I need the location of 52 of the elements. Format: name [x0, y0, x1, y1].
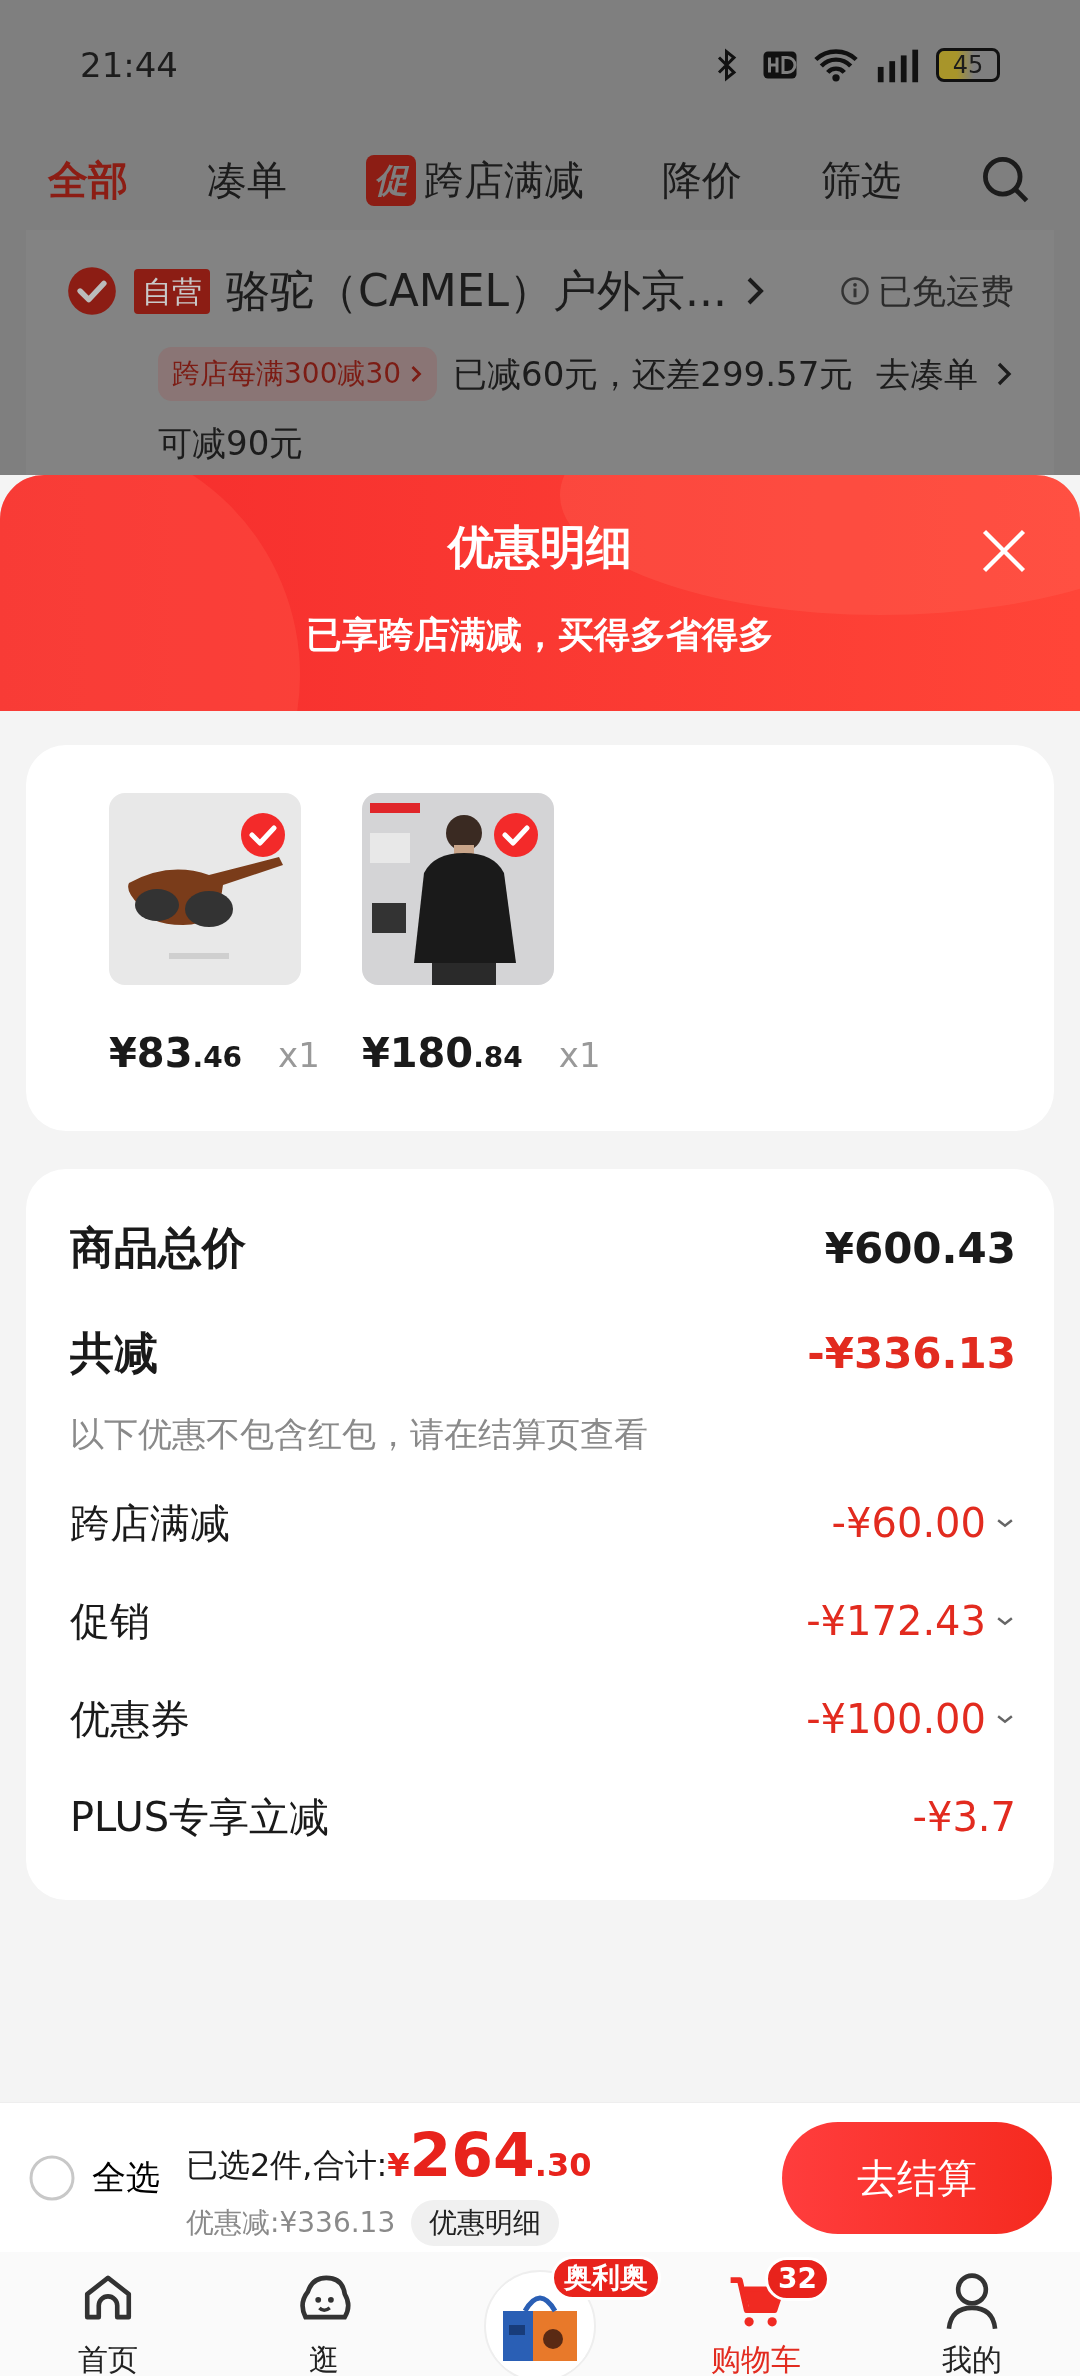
total-label: 商品总价	[70, 1221, 246, 1275]
hd-icon	[762, 50, 798, 80]
chevron-right-icon	[409, 363, 424, 385]
nav-tab[interactable]: 首页	[23, 2270, 193, 2376]
nav-tab[interactable]: 逛	[239, 2270, 409, 2376]
promo-tag[interactable]: 跨店每满300减30	[158, 347, 438, 401]
discount-detail-button[interactable]: 优惠明细	[411, 2199, 560, 2246]
item-quantity: x1	[278, 1034, 320, 1077]
wifi-icon	[814, 48, 858, 82]
count-badge: 32	[765, 2256, 830, 2301]
discount-row-label: 优惠券	[70, 1695, 190, 1744]
total-price: ¥264.30	[387, 2118, 592, 2192]
checkbox-icon[interactable]	[28, 2153, 76, 2202]
sheet-title: 优惠明细	[448, 519, 632, 576]
discount-row-label: 促销	[70, 1597, 150, 1646]
selected-summary: 已选2件,合计:	[186, 2144, 388, 2186]
discount-note: 以下优惠不包含红包，请在结算页查看	[70, 1413, 649, 1456]
battery-indicator: 45	[936, 48, 1000, 82]
select-all-checkbox[interactable]: 全选	[28, 2152, 160, 2203]
promo-badge: 奥利奥	[551, 2256, 661, 2300]
filter-tab[interactable]: 促 跨店满减	[365, 150, 584, 210]
discount-row-amount: -¥3.7	[912, 1793, 1016, 1842]
filter-tab[interactable]: 凑单	[206, 150, 287, 210]
discount-row-label: 跨店满减	[70, 1499, 230, 1548]
checkout-button[interactable]: 去结算	[782, 2121, 1052, 2234]
store-name[interactable]: 骆驼（CAMEL）户外京...	[226, 258, 728, 324]
discount-row-label: PLUS专享立减	[70, 1793, 330, 1842]
promo-note: 可减90元	[157, 422, 305, 465]
promo-badge: 促	[365, 154, 416, 206]
discount-row-amount: -¥172.43	[806, 1597, 986, 1646]
discount-row-amount: -¥100.00	[806, 1695, 986, 1744]
filter-tab[interactable]: 筛选	[821, 150, 902, 210]
nav-tab[interactable]: 我的	[887, 2270, 1057, 2376]
item-price: ¥83.46	[109, 1029, 243, 1078]
add-on-link[interactable]: 去凑单	[876, 348, 978, 400]
item-checkbox[interactable]	[239, 811, 287, 859]
filter-tab[interactable]: 降价	[662, 150, 743, 210]
store-tag: 自营	[134, 268, 210, 314]
sheet-subtitle: 已享跨店满减，买得多省得多	[305, 613, 775, 657]
total-amount: ¥600.43	[824, 1222, 1016, 1275]
savings-text: 优惠减:¥336.13	[186, 2204, 396, 2241]
shipping-text: 已免运费	[878, 269, 1014, 313]
filter-tab[interactable]: 全部	[48, 150, 128, 210]
discount-label: 共减	[70, 1326, 158, 1380]
item-price: ¥180.84	[361, 1029, 523, 1078]
status-time: 21:44	[80, 43, 178, 87]
discount-amount: -¥336.13	[807, 1327, 1016, 1380]
item-checkbox[interactable]	[491, 811, 540, 859]
item-quantity: x1	[558, 1034, 601, 1077]
info-icon[interactable]	[840, 276, 870, 306]
discount-row-amount: -¥60.00	[831, 1499, 986, 1548]
store-checkbox[interactable]	[66, 265, 118, 317]
